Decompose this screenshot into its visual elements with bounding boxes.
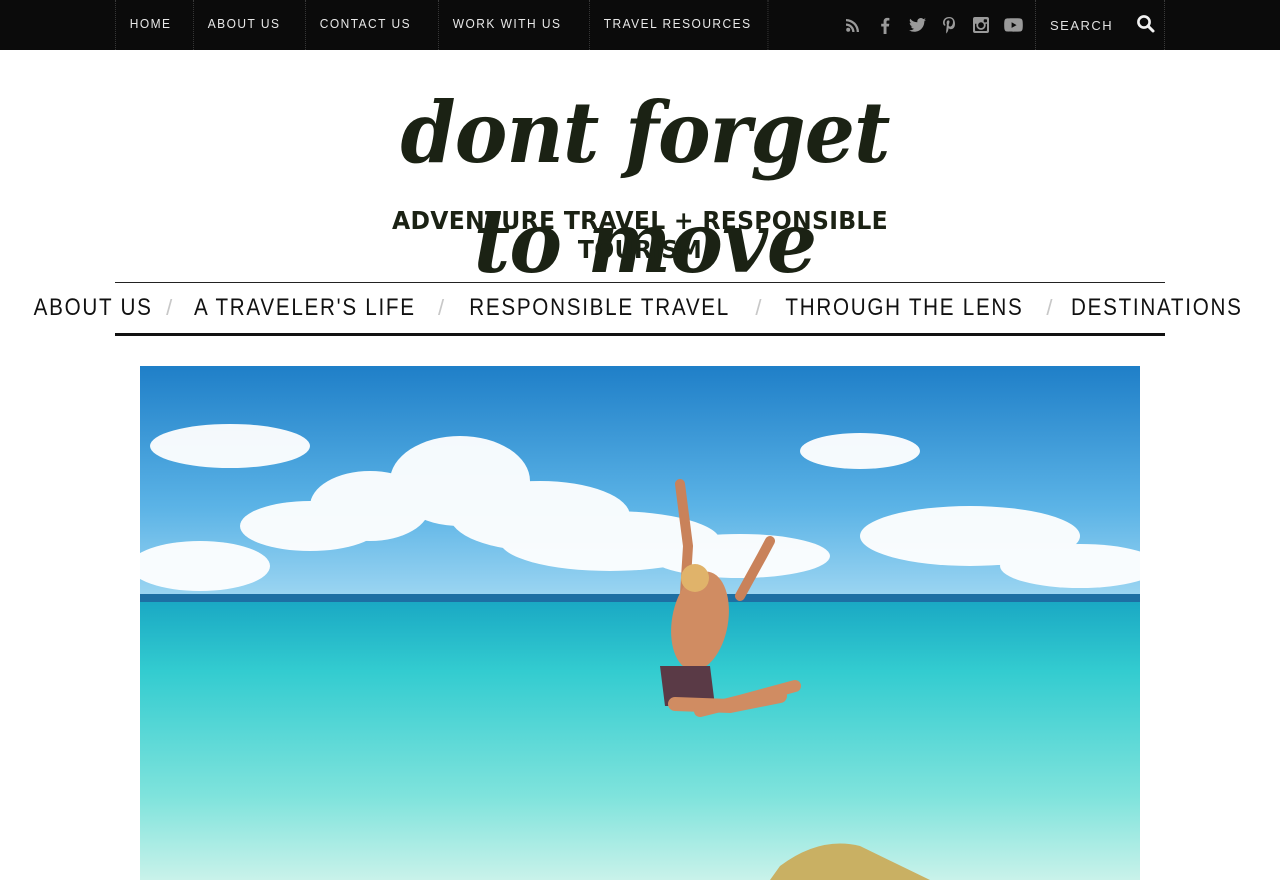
- beach-jump-photo: [140, 366, 1140, 880]
- instagram-icon[interactable]: [965, 0, 997, 50]
- main-nav-about-us[interactable]: ABOUT US: [34, 294, 153, 322]
- top-bar: HOME ABOUT US CONTACT US WORK WITH US TR…: [0, 0, 1280, 50]
- main-nav-destinations[interactable]: DESTINATIONS: [1071, 294, 1243, 322]
- nav-separator: /: [166, 295, 173, 320]
- nav-separator: /: [1046, 295, 1053, 320]
- top-nav-work-with-us[interactable]: WORK WITH US: [437, 0, 577, 50]
- top-nav-contact-us[interactable]: CONTACT US: [305, 0, 427, 50]
- facebook-icon[interactable]: [869, 0, 901, 50]
- top-nav: HOME ABOUT US CONTACT US WORK WITH US TR…: [115, 0, 784, 50]
- logo-script-title: dont forget to move: [400, 83, 890, 292]
- nav-separator: /: [755, 295, 762, 320]
- twitter-icon[interactable]: [901, 0, 933, 50]
- top-nav-travel-resources[interactable]: TRAVEL RESOURCES: [588, 0, 769, 50]
- rss-icon[interactable]: [837, 0, 869, 50]
- hero-image[interactable]: [140, 366, 1140, 880]
- main-nav: ABOUT US / A TRAVELER'S LIFE / RESPONSIBLE…: [34, 282, 1240, 336]
- site-logo[interactable]: dont forget to move ADVENTURE TRAVEL + R…: [330, 78, 960, 292]
- top-nav-home[interactable]: HOME: [115, 0, 187, 50]
- social-links: [837, 0, 1029, 50]
- top-bar-inner: HOME ABOUT US CONTACT US WORK WITH US TR…: [115, 0, 1165, 50]
- main-nav-through-the-lens[interactable]: THROUGH THE LENS: [785, 294, 1023, 322]
- youtube-icon[interactable]: [997, 0, 1029, 50]
- logo-tagline: ADVENTURE TRAVEL + RESPONSIBLE TOURISM: [391, 206, 889, 264]
- top-nav-about-us[interactable]: ABOUT US: [193, 0, 296, 50]
- main-nav-responsible-travel[interactable]: RESPONSIBLE TRAVEL: [469, 294, 730, 322]
- search-input[interactable]: [1050, 13, 1130, 37]
- search-icon[interactable]: [1136, 14, 1156, 34]
- pinterest-icon[interactable]: [933, 0, 965, 50]
- search-box: [1035, 0, 1165, 50]
- nav-separator: /: [438, 295, 445, 320]
- main-nav-travelers-life[interactable]: A TRAVELER'S LIFE: [194, 294, 416, 322]
